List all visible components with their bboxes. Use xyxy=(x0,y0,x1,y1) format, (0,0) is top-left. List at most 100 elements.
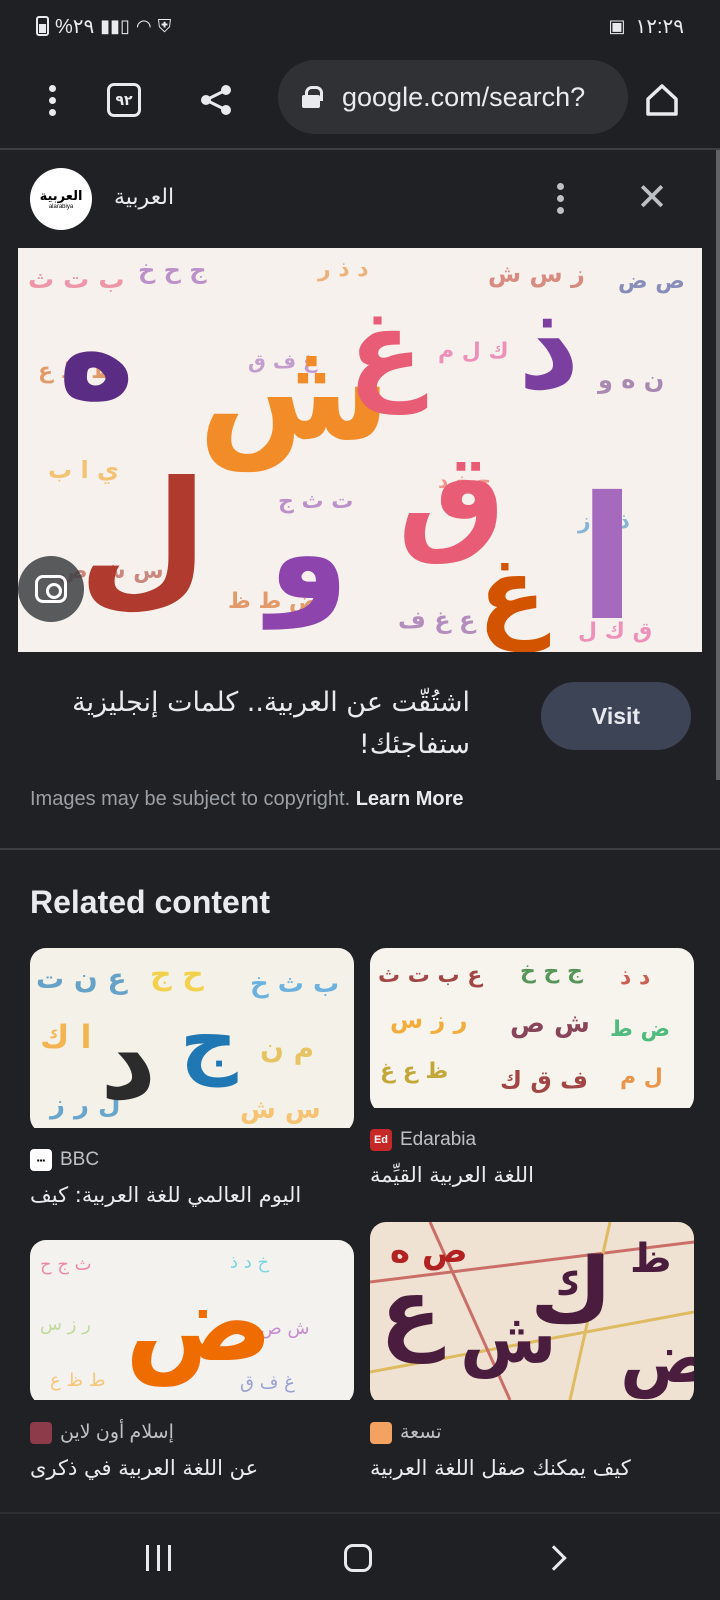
recent-apps-button[interactable] xyxy=(128,1532,188,1584)
related-image-2[interactable]: ع ب ت ث ج ح خ د ذ ر ز س ش ص ض ط ظ ع غ ف … xyxy=(370,948,694,1113)
related-caption-2[interactable]: اللغة العربية القيِّمة xyxy=(370,1163,694,1187)
svg-text:ل م: ل م xyxy=(620,1065,663,1090)
svg-text:ش ص: ش ص xyxy=(510,1009,590,1039)
svg-text:ج ح خ: ج ح خ xyxy=(520,959,583,984)
home-button[interactable] xyxy=(328,1532,388,1584)
bbc-favicon-icon: ▪▪▪ xyxy=(30,1149,52,1171)
svg-text:ذ: ذ xyxy=(518,278,580,417)
back-button[interactable] xyxy=(524,1532,584,1584)
more-options-icon[interactable] xyxy=(546,176,574,220)
related-heading: Related content xyxy=(30,884,271,920)
svg-text:ص ه: ص ه xyxy=(390,1231,468,1271)
svg-text:ج: ج xyxy=(180,994,238,1088)
svg-text:ن ه و: ن ه و xyxy=(597,366,664,394)
clock: ١٢:٢٩ xyxy=(635,15,684,38)
related-image-4[interactable]: ع ش ك ض ظ ص ه xyxy=(370,1222,694,1405)
status-bar: %٢٩ ▮▮▯ ◠ ⛨ ▣ ١٢:٢٩ xyxy=(0,0,720,52)
svg-text:د ذ ر: د ذ ر xyxy=(317,257,369,282)
image-icon: ▣ xyxy=(608,16,626,36)
home-icon[interactable] xyxy=(636,74,688,126)
copyright-text: Images may be subject to copyright. xyxy=(30,788,351,810)
svg-text:ع ن ت: ع ن ت xyxy=(36,962,129,995)
related-image-1[interactable]: ع ن ت ح ج ب ث خ ا ك م ن ل ر ز س ش د ج xyxy=(30,948,354,1133)
svg-text:ك ل م: ك ل م xyxy=(438,339,509,364)
svg-text:ع: ع xyxy=(380,1259,445,1364)
more-vert-icon[interactable] xyxy=(26,74,78,126)
svg-text:ج ح خ: ج ح خ xyxy=(138,256,207,284)
svg-text:ف ق ك: ف ق ك xyxy=(500,1066,588,1094)
url-bar[interactable]: google.com/search? xyxy=(278,60,628,134)
lens-search-button[interactable] xyxy=(18,556,84,622)
svg-text:ب ث خ: ب ث خ xyxy=(250,969,339,999)
section-divider xyxy=(0,848,720,850)
share-icon[interactable] xyxy=(190,74,242,126)
islamonline-favicon-icon xyxy=(30,1421,52,1444)
result-title[interactable]: اشتُقّت عن العربية.. كلمات إنجليزية ستفا… xyxy=(30,682,470,766)
result-image[interactable]: ب ت ث ج ح خ د ذ ر ز س ش ص ض ط ظ ع غ ف ق … xyxy=(18,248,702,652)
signal-icon: ▮▮▯ xyxy=(100,16,130,36)
svg-text:ظ: ظ xyxy=(630,1236,672,1282)
source-label: BBC xyxy=(60,1149,100,1170)
related-card-3[interactable]: ث ج ح خ د ذ ر ز س ش ص ط ظ ع غ ف ق ض إسلا… xyxy=(30,1240,354,1480)
source-header: العربية alarabiya العربية ✕ xyxy=(0,150,720,248)
related-source-3: إسلام أون لاين xyxy=(30,1421,354,1444)
svg-text:س ش: س ش xyxy=(240,1095,321,1125)
svg-text:و: و xyxy=(262,477,349,630)
learn-more-link[interactable]: Learn More xyxy=(356,788,464,810)
browser-toolbar: ٩٢ google.com/search? xyxy=(0,52,720,148)
related-caption-1[interactable]: اليوم العالمي للغة العربية: كيف xyxy=(30,1183,354,1207)
svg-text:ه: ه xyxy=(58,277,135,429)
chevron-right-icon xyxy=(541,1545,567,1571)
svg-text:ك: ك xyxy=(530,1239,613,1344)
svg-text:ص ض: ص ض xyxy=(618,269,685,294)
tis3a-favicon-icon xyxy=(370,1421,392,1444)
related-source-4: تسعة xyxy=(370,1421,694,1444)
logo-text: العربية xyxy=(39,187,83,203)
related-card-2[interactable]: ع ب ت ث ج ح خ د ذ ر ز س ش ص ض ط ظ ع غ ف … xyxy=(370,948,694,1187)
camera-lens-icon xyxy=(35,575,67,603)
source-name[interactable]: العربية xyxy=(114,184,174,210)
wifi-icon: ◠ xyxy=(136,16,152,36)
status-left: %٢٩ ▮▮▯ ◠ ⛨ xyxy=(36,14,171,39)
visit-button[interactable]: Visit xyxy=(541,682,691,750)
svg-text:ع غ ف: ع غ ف xyxy=(398,606,477,634)
svg-text:د: د xyxy=(100,996,156,1124)
home-square-icon xyxy=(344,1544,372,1572)
battery-icon xyxy=(36,16,49,36)
svg-text:ر ز س: ر ز س xyxy=(390,1006,467,1034)
svg-text:ح ج: ح ج xyxy=(150,957,204,992)
svg-text:د ذ: د ذ xyxy=(620,965,650,990)
related-source-1: ▪▪▪ BBC xyxy=(30,1149,354,1171)
edarabia-favicon-icon: Ed xyxy=(370,1129,392,1151)
battery-percent: %٢٩ xyxy=(55,15,95,38)
svg-text:غ: غ xyxy=(348,286,428,415)
logo-subtext: alarabiya xyxy=(48,203,74,210)
close-icon[interactable]: ✕ xyxy=(630,176,674,220)
status-right: ▣ ١٢:٢٩ xyxy=(608,14,684,39)
tab-count: ٩٢ xyxy=(107,83,141,117)
vpn-icon: ⛨ xyxy=(157,16,172,36)
copyright-notice: Images may be subject to copyright. Lear… xyxy=(30,788,464,811)
related-source-2: Ed Edarabia xyxy=(370,1129,694,1151)
source-label: Edarabia xyxy=(400,1129,477,1150)
result-info: اشتُقّت عن العربية.. كلمات إنجليزية ستفا… xyxy=(0,652,720,848)
svg-text:ا: ا xyxy=(578,461,636,652)
tab-switcher-button[interactable]: ٩٢ xyxy=(98,74,150,126)
related-image-3[interactable]: ث ج ح خ د ذ ر ز س ش ص ط ظ ع غ ف ق ض xyxy=(30,1240,354,1405)
svg-text:غ: غ xyxy=(478,535,550,652)
svg-text:ط ظ ع: ط ظ ع xyxy=(50,1370,105,1391)
related-caption-3[interactable]: عن اللغة العربية في ذكرى xyxy=(30,1456,354,1480)
svg-text:م ن: م ن xyxy=(260,1032,314,1065)
recents-icon xyxy=(145,1545,171,1571)
svg-text:ع ب ت ث: ع ب ت ث xyxy=(378,963,483,988)
related-caption-4[interactable]: كيف يمكنك صقل اللغة العربية xyxy=(370,1456,694,1480)
svg-text:ض: ض xyxy=(125,1258,273,1387)
related-card-1[interactable]: ع ن ت ح ج ب ث خ ا ك م ن ل ر ز س ش د ج ▪▪… xyxy=(30,948,354,1207)
related-card-4[interactable]: ع ش ك ض ظ ص ه تسعة كيف يمكنك صقل اللغة ا… xyxy=(370,1222,694,1480)
source-logo[interactable]: العربية alarabiya xyxy=(30,168,92,230)
source-label: تسعة xyxy=(400,1422,442,1443)
svg-text:ض ط: ض ط xyxy=(610,1017,670,1042)
lock-icon xyxy=(302,86,323,108)
svg-text:ر ز س: ر ز س xyxy=(40,1314,91,1335)
svg-text:ظ ع غ: ظ ع غ xyxy=(380,1059,448,1084)
